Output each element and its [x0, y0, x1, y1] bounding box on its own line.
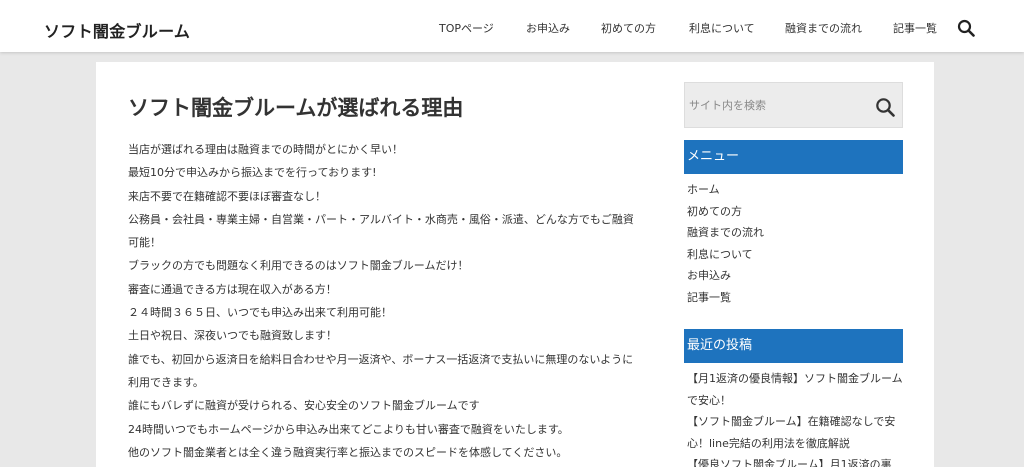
nav-item-articles[interactable]: 記事一覧 [893, 20, 937, 36]
nav-item-top[interactable]: TOPページ [439, 20, 494, 36]
main-nav: TOPページ お申込み 初めての方 利息について 融資までの流れ 記事一覧 [0, 20, 1024, 40]
search-icon[interactable] [875, 97, 895, 117]
sidebar-item-first-time[interactable]: 初めての方 [687, 201, 903, 223]
article-paragraph: 他のソフト闇金業者とは全く違う融資実行率と振込までのスピードを体感してください。 [128, 445, 568, 459]
nav-item-interest[interactable]: 利息について [689, 20, 755, 36]
recent-posts-list: 【月1返済の優良情報】ソフト闇金ブルームで安心！ 【ソフト闇金ブルーム】在籍確認… [687, 368, 903, 467]
nav-item-apply[interactable]: お申込み [526, 20, 570, 36]
recent-posts-heading: 最近の投稿 [684, 329, 903, 363]
article-paragraph: 誰でも、初回から返済日を給料日合わせや月一返済や、ボーナス一括返済で支払いに無理… [128, 352, 634, 389]
article-paragraph: 当店が選ばれる理由は融資までの時間がとにかく早い！ [128, 143, 403, 156]
recent-post-link[interactable]: 【優良ソフト闇金ブルーム】月1返済の裏 [687, 454, 903, 467]
article-paragraph: 誰にもバレずに融資が受けられる、安心安全のソフト闇金ブルームです [128, 399, 480, 413]
article-paragraph: ブラックの方でも問題なく利用できるのはソフト闇金ブルームだけ！ [128, 259, 469, 273]
sidebar-item-apply[interactable]: お申込み [687, 265, 903, 287]
sidebar-item-home[interactable]: ホーム [687, 179, 903, 201]
article-paragraph: 来店不要で在籍確認不要ほぼ審査なし！ [128, 189, 326, 203]
recent-post-link[interactable]: 【月1返済の優良情報】ソフト闇金ブルームで安心！ [687, 368, 903, 411]
article-body: 当店が選ばれる理由は融資までの時間がとにかく早い！ 最短10分で申込みから振込ま… [128, 138, 638, 464]
nav-item-first-time[interactable]: 初めての方 [601, 20, 656, 36]
sidebar-item-articles[interactable]: 記事一覧 [687, 287, 903, 309]
header-search-icon[interactable] [957, 19, 975, 37]
sidebar-item-loan-flow[interactable]: 融資までの流れ [687, 222, 903, 244]
site-header: ソフト闇金ブルーム TOPページ お申込み 初めての方 利息について 融資までの… [0, 0, 1024, 52]
nav-item-loan-flow[interactable]: 融資までの流れ [785, 20, 862, 36]
menu-widget-list: ホーム 初めての方 融資までの流れ 利息について お申込み 記事一覧 [687, 179, 903, 308]
sidebar-item-interest[interactable]: 利息について [687, 244, 903, 266]
menu-widget-heading: メニュー [684, 140, 903, 174]
article-paragraph: 土日や祝日、深夜いつでも融資致します！ [128, 329, 337, 343]
article-paragraph: ２４時間３６５日、いつでも申込み出来て利用可能！ [128, 306, 392, 320]
article-paragraph: 公務員・会社員・専業主婦・自営業・パート・アルバイト・水商売・風俗・派遣、どんな… [128, 212, 634, 250]
article-paragraph: 24時間いつでもホームページから申込み出来てどこよりも甘い審査で融資をいたします… [128, 422, 569, 436]
content-area: ソフト闇金ブルームが選ばれる理由 当店が選ばれる理由は融資までの時間がとにかく早… [96, 62, 934, 467]
sidebar-search [684, 82, 903, 128]
search-input[interactable] [685, 83, 865, 127]
recent-post-link[interactable]: 【ソフト闇金ブルーム】在籍確認なしで安心！line完結の利用法を徹底解説 [687, 411, 903, 454]
article-paragraph: 最短10分で申込みから振込までを行っております! [128, 166, 377, 180]
page-title: ソフト闇金ブルームが選ばれる理由 [128, 96, 464, 120]
article-paragraph: 審査に通過できる方は現在収入がある方！ [128, 282, 337, 296]
